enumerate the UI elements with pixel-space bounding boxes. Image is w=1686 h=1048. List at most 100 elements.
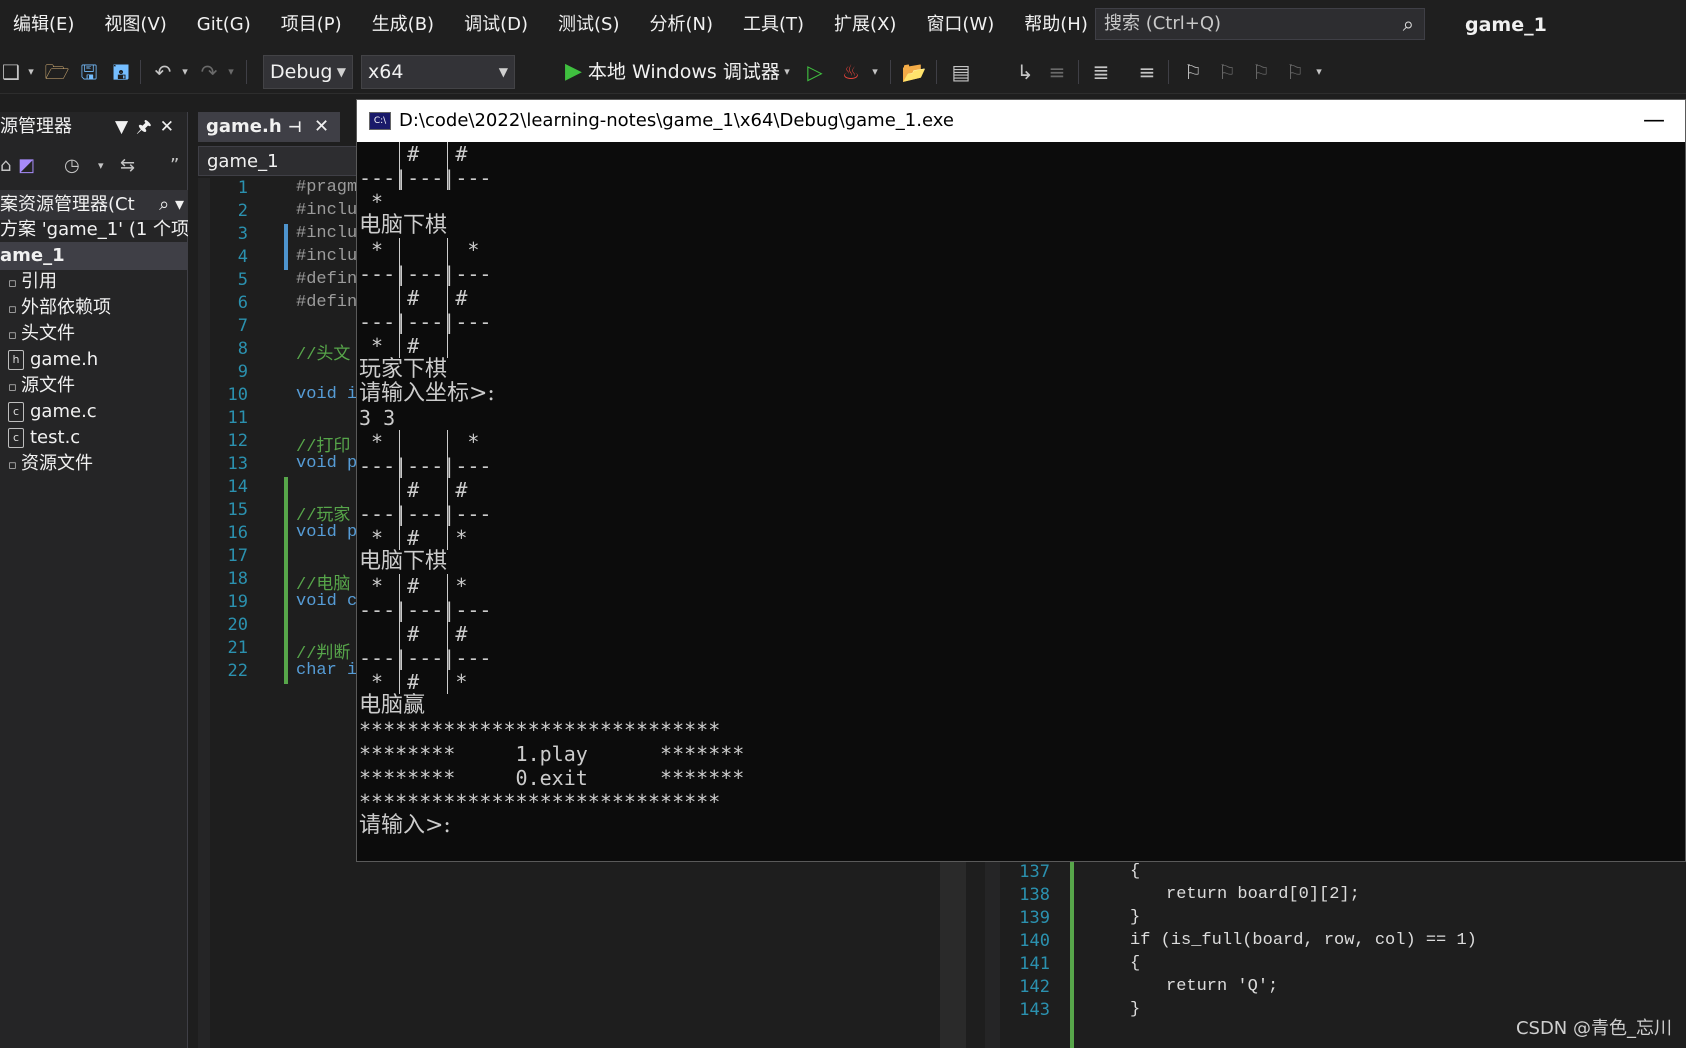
menu-item[interactable]: 工具(T) bbox=[728, 0, 819, 50]
menu-item[interactable]: Git(G) bbox=[182, 0, 266, 50]
redo-icon[interactable]: ↷ bbox=[196, 56, 222, 88]
start-debugging-button[interactable]: ▶ 本地 Windows 调试器 bbox=[565, 55, 780, 89]
line-number: 138 bbox=[1019, 885, 1050, 905]
run-label: 本地 Windows 调试器 bbox=[587, 61, 780, 83]
step-icon[interactable]: ↳ bbox=[1010, 56, 1040, 88]
uncomment-icon[interactable]: ≡ bbox=[1044, 56, 1070, 88]
more-icon[interactable]: ” bbox=[170, 148, 179, 184]
solution-explorer: 源管理器 ▼🖈✕ ⌂ ◩ ◷ ▾ ⇆ ” 案资源管理器(Ct ⌕ ▾ 方案 'g… bbox=[0, 112, 188, 1048]
close-icon[interactable]: ✕ bbox=[314, 112, 329, 142]
home-icon[interactable]: ⌂ bbox=[0, 148, 11, 184]
pin-icon[interactable]: ⊣ bbox=[288, 112, 302, 142]
toolbar-divider bbox=[1168, 60, 1169, 84]
tree-item[interactable]: ▫ 外部依赖项 bbox=[0, 294, 188, 322]
line-number: 140 bbox=[1019, 931, 1050, 951]
indent-icon[interactable]: ≣ bbox=[1088, 56, 1114, 88]
chevron-down-icon[interactable]: ▾ bbox=[780, 56, 794, 88]
menu-item[interactable]: 项目(P) bbox=[266, 0, 357, 50]
tree-item[interactable]: ▫ 头文件 bbox=[0, 320, 188, 348]
menu-item[interactable]: 窗口(W) bbox=[911, 0, 1009, 50]
code-line: #pragm bbox=[296, 178, 358, 197]
clear-bookmarks-icon[interactable]: ⚐ bbox=[1282, 56, 1308, 88]
tree-item[interactable]: ▫ 源文件 bbox=[0, 372, 188, 400]
console-line: * # * bbox=[359, 526, 468, 550]
undo-icon[interactable]: ↶ bbox=[150, 56, 176, 88]
outdent-icon[interactable]: ≡ bbox=[1134, 56, 1160, 88]
line-number: 14 bbox=[227, 477, 248, 497]
folder-icon: ▫ bbox=[8, 458, 21, 473]
project-nav-dropdown[interactable]: game_1 bbox=[198, 146, 358, 176]
tree-item[interactable]: c test.c bbox=[0, 424, 188, 452]
tree-item[interactable]: ▫ 资源文件 bbox=[0, 450, 188, 478]
menu-item[interactable]: 调试(D) bbox=[449, 0, 543, 50]
search-input[interactable]: 搜索 (Ctrl+Q) ⌕ bbox=[1095, 8, 1425, 40]
console-line: ****************************** bbox=[359, 718, 721, 742]
prev-bookmark-icon[interactable]: ⚐ bbox=[1214, 56, 1240, 88]
next-bookmark-icon[interactable]: ⚐ bbox=[1248, 56, 1274, 88]
tree-item[interactable]: c game.c bbox=[0, 398, 188, 426]
console-window[interactable]: C:\ D:\code\2022\learning-notes\game_1\x… bbox=[356, 99, 1686, 862]
tree-item-label: test.c bbox=[30, 427, 81, 448]
code-line: //头文 bbox=[296, 346, 351, 365]
console-line: # # bbox=[359, 142, 468, 166]
code-line: return 'Q'; bbox=[1166, 977, 1279, 996]
menu-item[interactable]: 编辑(E) bbox=[0, 0, 89, 50]
hot-reload-icon[interactable]: ♨ bbox=[838, 56, 864, 88]
change-indicator bbox=[284, 224, 288, 270]
header-file-icon: h bbox=[8, 350, 24, 370]
tree-item-label: 资源文件 bbox=[20, 453, 93, 474]
bookmark-icon[interactable]: ⚐ bbox=[1180, 56, 1206, 88]
solution-explorer-header: 源管理器 ▼🖈✕ bbox=[0, 112, 188, 142]
console-line: 请输入>: bbox=[359, 813, 451, 838]
window-layout-icon[interactable]: ▤ bbox=[946, 56, 976, 88]
chevron-down-icon[interactable]: ▾ bbox=[224, 56, 238, 88]
tree-item[interactable]: h game.h bbox=[0, 346, 188, 374]
scrollbar[interactable] bbox=[940, 858, 966, 1048]
browse-folder-icon[interactable]: 📂 bbox=[900, 56, 928, 88]
platform-select[interactable]: x64 ▼ bbox=[361, 55, 515, 89]
chevron-down-icon[interactable]: ▾ bbox=[98, 148, 104, 184]
history-icon[interactable]: ◷ bbox=[64, 148, 80, 184]
search-icon[interactable]: ⌕ bbox=[1403, 9, 1414, 39]
menu-item[interactable]: 扩展(X) bbox=[819, 0, 911, 50]
line-number: 19 bbox=[227, 592, 248, 612]
chevron-down-icon[interactable]: ▾ bbox=[1312, 56, 1326, 88]
toolbar-divider bbox=[140, 60, 141, 84]
sync-icon[interactable]: ⇆ bbox=[120, 148, 135, 184]
menu-item[interactable]: 生成(B) bbox=[357, 0, 449, 50]
tree-item-label: 外部依赖项 bbox=[20, 297, 111, 318]
console-output[interactable]: # # ---|---|--- * 电脑下棋 * * ---|---|--- # # -… bbox=[357, 142, 1685, 862]
line-number: 5 bbox=[237, 270, 248, 290]
board-divider bbox=[399, 574, 400, 694]
save-icon[interactable]: 🖫 bbox=[76, 56, 102, 88]
minimize-icon[interactable]: — bbox=[1643, 100, 1665, 142]
new-item-icon[interactable]: ❑ bbox=[0, 56, 22, 88]
close-icon[interactable]: ✕ bbox=[160, 117, 182, 137]
menu-item[interactable]: 视图(V) bbox=[89, 0, 181, 50]
chevron-down-icon[interactable]: ▾ bbox=[24, 56, 38, 88]
tab-game-h[interactable]: game.h ⊣ ✕ bbox=[198, 112, 340, 142]
code-line: } bbox=[1130, 908, 1141, 927]
dropdown-icon[interactable]: ▼ bbox=[115, 117, 136, 137]
chevron-down-icon[interactable]: ▾ bbox=[178, 56, 192, 88]
tree-item-label: 头文件 bbox=[20, 323, 75, 344]
ide-window: 编辑(E) 视图(V) Git(G) 项目(P) 生成(B) 调试(D) 测试(S) 分析(N… bbox=[0, 0, 1686, 1048]
tree-item[interactable]: ▫ 引用 bbox=[0, 268, 188, 296]
menu-item[interactable]: 帮助(H) bbox=[1009, 0, 1103, 50]
line-number: 141 bbox=[1019, 954, 1050, 974]
line-number: 22 bbox=[227, 661, 248, 681]
menu-item[interactable]: 测试(S) bbox=[543, 0, 634, 50]
chevron-down-icon[interactable]: ▾ bbox=[868, 56, 882, 88]
save-all-icon[interactable]: 🖪 bbox=[108, 56, 134, 88]
open-folder-icon[interactable]: 🗁 bbox=[44, 56, 70, 88]
console-title-bar[interactable]: C:\ D:\code\2022\learning-notes\game_1\x… bbox=[357, 100, 1685, 142]
menu-item[interactable]: 分析(N) bbox=[634, 0, 728, 50]
code-line: { bbox=[1130, 862, 1141, 881]
vs-solution-icon[interactable]: ◩ bbox=[18, 148, 35, 184]
tree-item[interactable]: 方案 'game_1' (1 个项目 bbox=[0, 216, 188, 244]
dependency-icon: ▫ bbox=[8, 302, 21, 317]
tree-item[interactable]: ame_1 bbox=[0, 242, 188, 270]
configuration-select[interactable]: Debug ▼ bbox=[263, 55, 353, 89]
pin-icon[interactable]: 🖈 bbox=[136, 117, 160, 137]
start-without-debugging-icon[interactable]: ▷ bbox=[803, 56, 827, 88]
